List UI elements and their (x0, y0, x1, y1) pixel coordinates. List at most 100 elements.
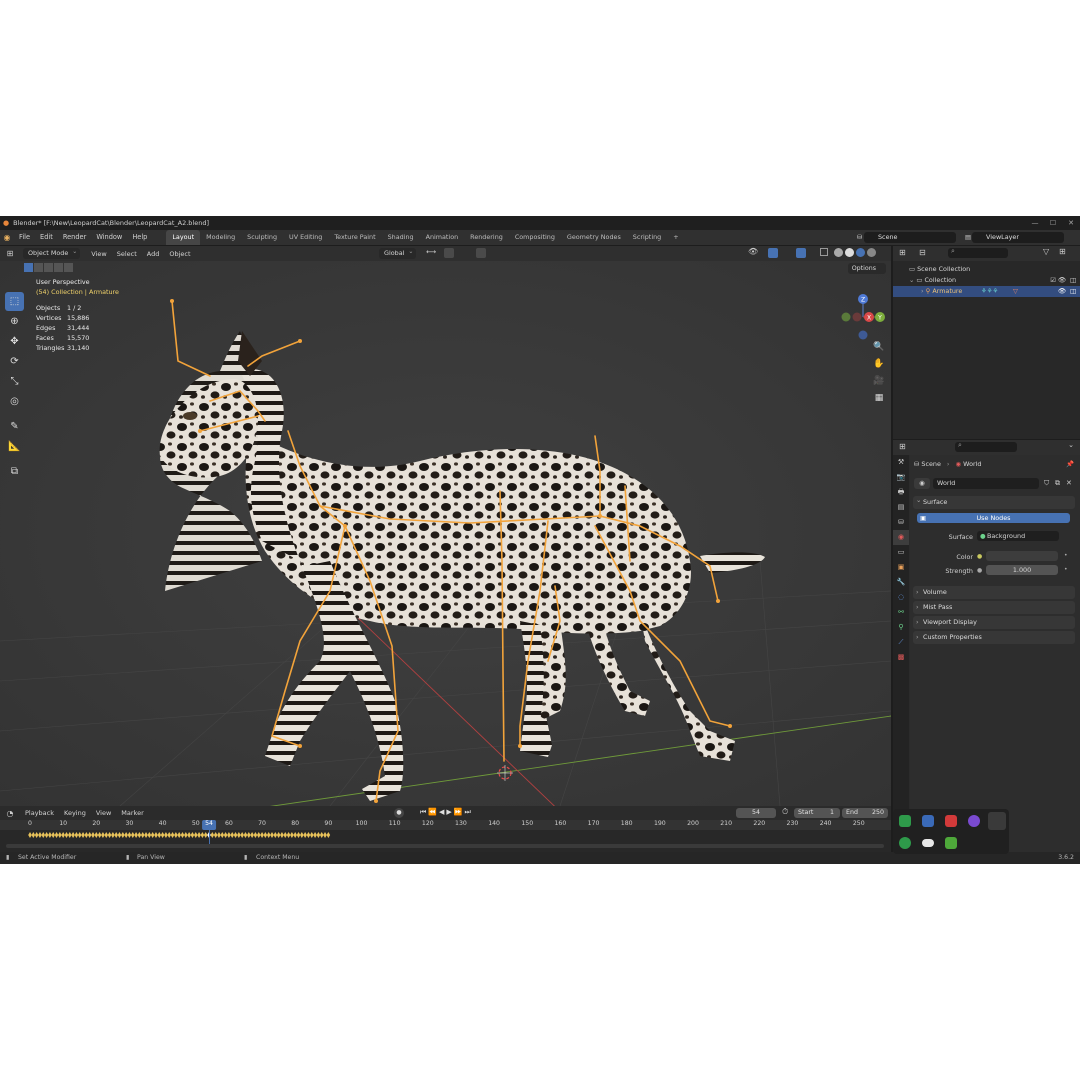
timeline-editor-icon[interactable]: ◔ (0, 809, 20, 818)
keyframe-track[interactable] (0, 830, 891, 840)
duplicate-icon[interactable]: ⧉ (1055, 479, 1060, 488)
keyframe-marker[interactable] (283, 832, 288, 838)
keyframe-marker[interactable] (101, 832, 105, 838)
keyframe-marker[interactable] (230, 832, 235, 838)
select-invert-icon[interactable] (54, 263, 63, 272)
keyframe-marker[interactable] (213, 832, 218, 838)
menu-render[interactable]: Render (58, 230, 91, 245)
armature-visibility-icon[interactable]: 👁 (1058, 286, 1066, 297)
scene-tab-icon[interactable]: ⛁ (893, 515, 909, 530)
modifier-icon[interactable]: ▽ (1013, 286, 1018, 297)
pin-icon[interactable]: 📌 (1066, 460, 1074, 468)
end-frame-field[interactable]: End 250 (842, 808, 888, 818)
keyframe-marker[interactable] (280, 832, 284, 838)
collection-tab-icon[interactable]: ▭ (893, 545, 909, 560)
outliner-editor-icon[interactable]: ⊞ (899, 248, 906, 257)
menu-marker[interactable]: Marker (116, 809, 148, 817)
keyframe-marker[interactable] (38, 832, 42, 838)
menu-select[interactable]: Select (112, 250, 142, 258)
keyframe-marker[interactable] (220, 832, 225, 838)
move-icon[interactable]: ✥ (5, 332, 24, 351)
3d-viewport[interactable]: ⊞ Object Mode View Select Add Object Glo… (0, 246, 891, 806)
select-subtract-icon[interactable] (44, 263, 53, 272)
outliner-row-armature[interactable]: › ⚲ Armature ⚘⚘⚘ ▽ 👁 ◫ (893, 286, 1080, 297)
close-button[interactable]: ✕ (1062, 216, 1080, 230)
keyframe-dot-icon[interactable]: • (1064, 566, 1068, 573)
menu-help[interactable]: Help (127, 230, 152, 245)
timeline-scrollbar[interactable] (6, 844, 884, 848)
overlay-toggle-icon[interactable] (796, 248, 806, 258)
volume-panel-header[interactable]: Volume (913, 586, 1075, 599)
chevron-down-icon[interactable]: ⌄ (1068, 441, 1074, 449)
tab-texture-paint[interactable]: Texture Paint (328, 230, 381, 245)
shading-rendered-icon[interactable] (867, 248, 876, 257)
keyframe-marker[interactable] (170, 832, 175, 838)
strength-field[interactable]: 1.000 (986, 565, 1058, 575)
keyframe-marker[interactable] (250, 832, 254, 838)
keyframe-marker[interactable] (28, 832, 32, 838)
keyframe-marker[interactable] (67, 832, 72, 838)
keyframe-marker[interactable] (200, 832, 205, 838)
world-name-field[interactable]: World (933, 478, 1039, 489)
shading-material-icon[interactable] (856, 248, 865, 257)
physics-tab-icon[interactable]: ◌ (893, 590, 909, 605)
keyframe-marker[interactable] (71, 832, 75, 838)
keyframe-marker[interactable] (306, 832, 311, 838)
exclude-checkbox[interactable]: ☑ (1050, 275, 1056, 286)
keyframe-marker[interactable] (300, 832, 304, 838)
keyframe-marker[interactable] (44, 832, 49, 838)
bone-tab-icon[interactable]: ⟋ (893, 635, 909, 650)
keyframe-marker[interactable] (61, 832, 65, 838)
tab-sculpting[interactable]: Sculpting (241, 230, 283, 245)
gizmo-toggle-icon[interactable] (768, 248, 778, 258)
world-browse-icon[interactable]: ◉ (914, 478, 930, 489)
transform-icon[interactable]: ◎ (5, 392, 24, 411)
fake-user-icon[interactable]: ⛉ (1044, 479, 1049, 488)
keyframe-marker[interactable] (31, 832, 36, 838)
keyframe-marker[interactable] (193, 832, 198, 838)
keyframe-marker[interactable] (144, 832, 148, 838)
texture-tab-icon[interactable]: ▩ (893, 650, 909, 665)
pan-hand-icon[interactable]: ✋ (872, 357, 886, 371)
keyframe-marker[interactable] (137, 832, 142, 838)
tray-app-blue-icon[interactable] (922, 815, 934, 827)
current-frame-field[interactable]: 54 (736, 808, 776, 818)
world-tab-icon[interactable]: ◉ (893, 530, 909, 545)
keyframe-marker[interactable] (237, 832, 241, 838)
editor-type-icon[interactable]: ⊞ (0, 249, 20, 258)
unlink-icon[interactable]: ✕ (1066, 479, 1072, 487)
keyframe-marker[interactable] (64, 832, 69, 838)
keyframe-marker[interactable] (187, 832, 191, 838)
tab-uv-editing[interactable]: UV Editing (283, 230, 328, 245)
keyframe-marker[interactable] (58, 832, 62, 838)
tray-cloud-icon[interactable] (922, 839, 934, 847)
keyframe-marker[interactable] (260, 832, 264, 838)
tab-geometry-nodes[interactable]: Geometry Nodes (561, 230, 627, 245)
menu-keying[interactable]: Keying (59, 809, 91, 817)
properties-editor[interactable]: ⊞ ⌕ ⌄ ⚒ 📷 🖶 ▤ ⛁ ◉ ▭ ▣ 🔧 ◌ ⚯ ⚲ ⟋ ▩ ⛁ Scen… (893, 440, 1080, 852)
select-intersect-icon[interactable] (64, 263, 73, 272)
keyframe-marker[interactable] (293, 832, 297, 838)
keyframe-marker[interactable] (184, 832, 188, 838)
camera-view-icon[interactable]: 🎥 (872, 374, 886, 388)
blender-menu-icon[interactable]: ◉ (0, 233, 14, 242)
playback-controls-icon[interactable]: ⏮⏪◀▶⏩⏭ (420, 808, 473, 817)
select-extend-icon[interactable] (34, 263, 43, 272)
keyframe-marker[interactable] (210, 832, 215, 838)
keyframe-marker[interactable] (286, 832, 291, 838)
maximize-button[interactable]: ☐ (1044, 216, 1062, 230)
tab-scripting[interactable]: Scripting (627, 230, 667, 245)
tool-tab-icon[interactable]: ⚒ (893, 455, 909, 470)
tab-layout[interactable]: Layout (166, 230, 201, 245)
pivot-icon[interactable]: ⟷ (426, 248, 436, 256)
add-cube-icon[interactable]: ⧉ (5, 462, 24, 481)
keyframe-marker[interactable] (309, 832, 314, 838)
tray-app-red-icon[interactable] (945, 815, 957, 827)
keyframe-marker[interactable] (197, 832, 201, 838)
color-socket-icon[interactable]: ● (977, 553, 982, 560)
view-layer-selector[interactable]: ▤ ViewLayer (965, 232, 1064, 243)
stopwatch-icon[interactable]: ⏱ (782, 807, 788, 817)
keyframe-marker[interactable] (296, 832, 301, 838)
keyframe-marker[interactable] (34, 832, 39, 838)
options-dropdown[interactable]: Options (847, 263, 886, 274)
